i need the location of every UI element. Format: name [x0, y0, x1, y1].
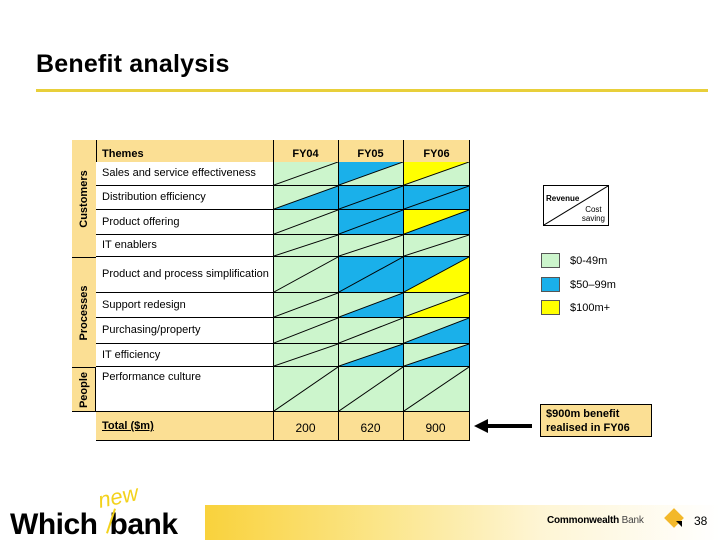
benefit-cell-fy04	[273, 293, 338, 318]
group-processes: Processes	[72, 257, 97, 368]
col-divider	[403, 140, 404, 440]
benefit-cell-fy06	[403, 367, 469, 412]
benefit-cell-fy06	[403, 318, 469, 344]
theme-label: Purchasing/property	[96, 318, 273, 344]
legend-label-50-99: $50–99m	[570, 279, 616, 291]
total-fy04: 200	[295, 421, 316, 435]
benefit-cell-fy05	[338, 257, 403, 293]
benefit-cell-fy04	[273, 344, 338, 367]
benefit-cell-fy06	[403, 293, 469, 318]
logo-which: Which	[10, 508, 98, 541]
logo-bank: bank	[109, 508, 179, 541]
page-number: 38	[694, 514, 708, 528]
theme-label: IT efficiency	[96, 344, 273, 367]
benefit-cell-fy06	[403, 235, 469, 257]
benefit-cell-fy04	[273, 257, 338, 293]
table-header: Themes FY04 FY05 FY06	[96, 140, 470, 163]
theme-label: IT enablers	[96, 235, 273, 257]
benefit-cell-fy06	[403, 344, 469, 367]
total-row: Total ($m) 200 620 900	[96, 412, 470, 441]
group-people: People	[72, 367, 96, 412]
group-customers: Customers	[72, 140, 97, 257]
header-fy05: FY05	[357, 148, 384, 160]
benefit-cell-fy05	[338, 210, 403, 235]
group-label: Processes	[78, 285, 90, 341]
benefit-cell-fy04	[273, 186, 338, 210]
which-new-bank-logo: Which bank	[10, 508, 178, 542]
legend-swatch-50-99	[541, 277, 560, 292]
benefit-cell-fy04	[273, 367, 338, 412]
theme-label: Support redesign	[96, 293, 273, 318]
benefit-cell-fy04	[273, 210, 338, 235]
total-label: Total ($m)	[102, 420, 154, 432]
benefit-cell-fy06	[403, 162, 469, 186]
commonwealth-bank-logo: Commonwealth Bank	[547, 515, 644, 526]
benefit-cell-fy06	[403, 186, 469, 210]
benefit-cell-fy05	[338, 293, 403, 318]
title-rule	[36, 89, 708, 92]
benefit-table: Themes FY04 FY05 FY06 Customers Processe…	[72, 140, 470, 441]
benefit-cell-fy05	[338, 162, 403, 186]
benefit-cell-fy06	[403, 210, 469, 235]
legend-label-0-49: $0-49m	[570, 255, 608, 267]
col-divider	[273, 140, 274, 440]
benefit-cell-fy05	[338, 367, 403, 412]
theme-label: Sales and service effectiveness	[96, 162, 273, 186]
group-label: Customers	[78, 169, 90, 228]
theme-label: Performance culture	[96, 367, 273, 412]
benefit-callout: $900m benefit realised in FY06	[540, 404, 652, 437]
benefit-cell-fy05	[338, 186, 403, 210]
total-fy05: 620	[360, 421, 381, 435]
cba-diamond-tip	[676, 521, 682, 527]
legend-label-100-plus: $100m+	[570, 302, 611, 314]
theme-label: Product and process simplification	[96, 257, 273, 293]
benefit-cell-fy05	[338, 318, 403, 344]
theme-label: Distribution efficiency	[96, 186, 273, 210]
header-fy04: FY04	[292, 148, 319, 160]
benefit-cell-fy04	[273, 235, 338, 257]
legend-swatch-0-49	[541, 253, 560, 268]
benefit-cell-fy06	[403, 257, 469, 293]
group-label: People	[77, 371, 90, 408]
brand-bold: Commonwealth	[547, 515, 620, 526]
legend-cost-label: Cost saving	[581, 205, 605, 223]
arrow-left-icon	[474, 419, 488, 433]
legend-swatch-100-plus	[541, 300, 560, 315]
brand-light: Bank	[621, 515, 644, 526]
legend-revenue-label: Revenue	[546, 194, 580, 203]
benefit-cell-fy04	[273, 318, 338, 344]
theme-label: Product offering	[96, 210, 273, 235]
benefit-cell-fy04	[273, 162, 338, 186]
benefit-cell-fy05	[338, 235, 403, 257]
header-fy06: FY06	[423, 148, 450, 160]
header-themes: Themes	[102, 148, 144, 160]
total-fy06: 900	[425, 421, 446, 435]
col-divider	[469, 140, 470, 440]
legend-split-key: Revenue Cost saving	[543, 185, 609, 226]
col-divider	[338, 140, 339, 440]
arrow-shaft	[488, 424, 532, 428]
page-title: Benefit analysis	[36, 50, 230, 78]
benefit-cell-fy05	[338, 344, 403, 367]
